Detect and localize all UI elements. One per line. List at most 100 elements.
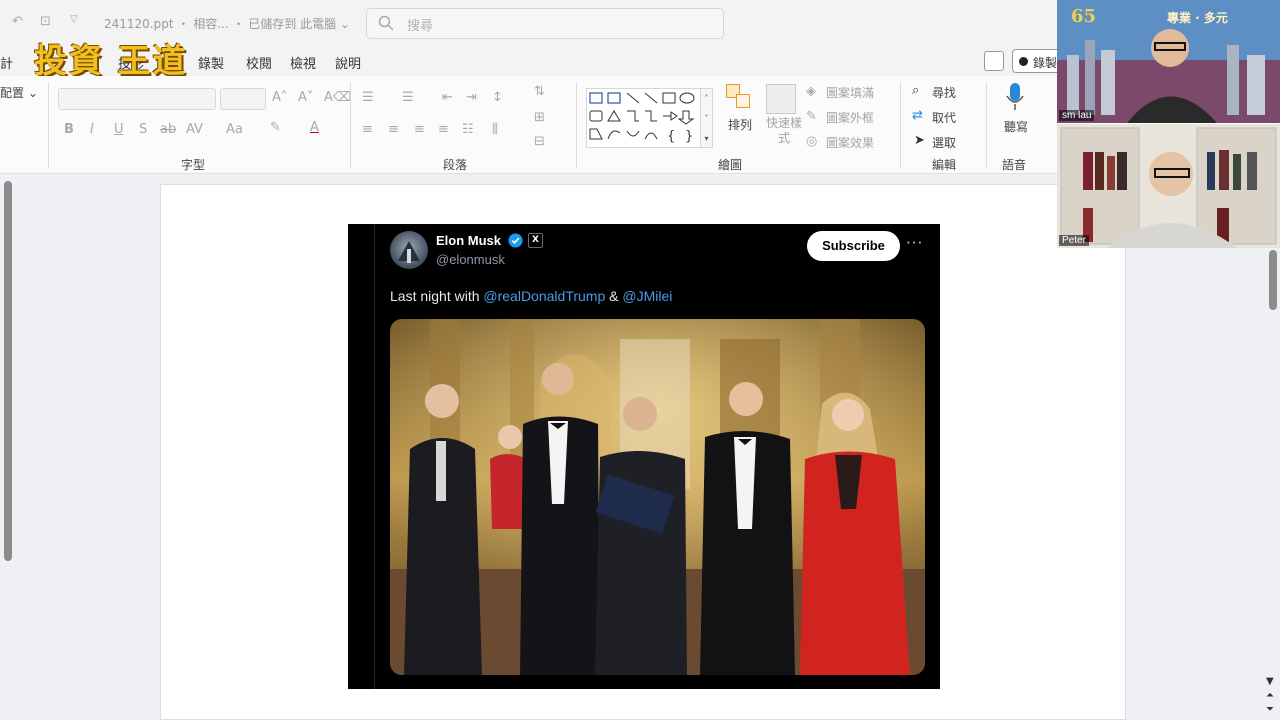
distributed-icon[interactable]: ☷ — [462, 122, 474, 137]
shadow-button[interactable]: S — [139, 122, 147, 137]
replace-button[interactable]: 取代 — [932, 109, 956, 126]
voice-group-label: 語音 — [1002, 158, 1027, 172]
subscribe-button[interactable]: Subscribe — [807, 231, 900, 261]
video-background-image: 65 專業 · 多元 — [1057, 0, 1280, 123]
decrease-indent-icon[interactable]: ⇤ — [442, 90, 453, 105]
align-center-icon[interactable]: ≡ — [388, 122, 399, 137]
font-color-icon[interactable]: A — [310, 120, 319, 135]
shape-effects-button[interactable]: 圖案效果 — [826, 134, 874, 151]
tweet-thread-line — [374, 224, 375, 689]
verified-badge-icon — [508, 233, 523, 248]
more-options-icon[interactable]: ··· — [906, 234, 923, 252]
mention-link[interactable]: @realDonaldTrump — [483, 288, 605, 304]
layout-dropdown[interactable]: 配置 ⌄ — [0, 84, 38, 101]
shape-outline-icon[interactable]: ✎ — [806, 109, 817, 124]
justify-icon[interactable]: ≡ — [438, 122, 449, 137]
record-dot-icon — [1019, 57, 1028, 66]
highlight-icon[interactable]: ✎ — [270, 120, 281, 135]
shrink-font-icon[interactable]: A˅ — [298, 90, 313, 105]
replace-icon: ⇄ — [912, 108, 923, 123]
ribbon-separator — [48, 82, 49, 168]
video-tile-sm-lau[interactable]: 65 專業 · 多元 sm lau — [1057, 0, 1280, 123]
paragraph-group-label: 段落 — [443, 158, 468, 172]
search-box[interactable]: 搜尋 — [366, 8, 724, 39]
bold-button[interactable]: B — [64, 122, 74, 137]
comment-button[interactable] — [984, 51, 1004, 71]
search-placeholder: 搜尋 — [407, 19, 434, 34]
select-cursor-icon: ➤ — [914, 133, 925, 148]
ribbon-separator — [900, 82, 901, 168]
prev-slide-icon[interactable]: ⏶ — [1266, 690, 1274, 701]
shape-effects-icon[interactable]: ◎ — [806, 134, 817, 149]
channel-logo: 投資 王道 — [34, 41, 188, 80]
ribbon-separator — [350, 82, 351, 168]
arrange-button[interactable]: 排列 — [728, 116, 752, 133]
shape-fill-button[interactable]: 圖案填滿 — [826, 84, 874, 101]
tab-record[interactable]: 錄製 — [198, 53, 224, 72]
slide-scrollbar[interactable] — [1269, 250, 1277, 310]
mention-link[interactable]: @JMilei — [622, 288, 672, 304]
underline-button[interactable]: U — [114, 122, 124, 137]
dictate-button[interactable]: 聽寫 — [1004, 118, 1028, 135]
search-icon — [378, 15, 394, 31]
numbering-icon[interactable]: ☰ — [402, 90, 414, 105]
clear-format-icon[interactable]: A⌫ — [324, 90, 351, 105]
shapes-gallery[interactable]: { } — [586, 88, 712, 148]
arrange-icon — [726, 84, 752, 110]
italic-button[interactable]: I — [90, 122, 94, 137]
smartart-icon[interactable]: ⊟ — [534, 134, 545, 149]
font-group-label: 字型 — [181, 158, 206, 172]
char-spacing-button[interactable]: AV — [186, 122, 203, 137]
editing-group-label: 編輯 — [932, 158, 957, 172]
grow-font-icon[interactable]: A˄ — [272, 90, 287, 105]
customize-qa-icon[interactable]: ▽ — [70, 14, 78, 25]
font-size-dropdown[interactable] — [220, 88, 266, 110]
tweet-text: Last night with @realDonaldTrump & @JMil… — [390, 288, 673, 304]
x-affiliate-badge: X — [528, 233, 543, 248]
columns-icon[interactable]: ⫼ — [492, 122, 498, 137]
text-direction-icon[interactable]: ⇅ — [534, 84, 545, 99]
find-button[interactable]: 尋找 — [932, 84, 956, 101]
align-left-icon[interactable]: ≡ — [362, 122, 373, 137]
quick-styles-button[interactable]: 快速樣式 — [764, 116, 804, 146]
shape-fill-icon[interactable]: ◈ — [806, 84, 816, 99]
scroll-down-icon[interactable]: ▼ — [1266, 676, 1274, 687]
shapes-gallery-scroll[interactable]: ˄ ˅ ▾ — [700, 88, 713, 148]
shape-outline-button[interactable]: 圖案外框 — [826, 109, 874, 126]
presenter-icon[interactable]: ⊡ — [40, 14, 51, 29]
tweet-screenshot[interactable]: Elon Musk X @elonmusk Subscribe ··· Last… — [348, 224, 940, 689]
tweet-author-handle: @elonmusk — [436, 252, 505, 267]
align-right-icon[interactable]: ≡ — [414, 122, 425, 137]
tile1-banner-number: 65 — [1071, 6, 1096, 27]
document-name[interactable]: 241120.ppt ・ 相容... ・ 已儲存到 此電腦 ⌄ — [104, 15, 350, 32]
avatar — [390, 231, 428, 269]
tweet-photo[interactable] — [390, 319, 925, 675]
tile1-banner-subtitle: 專業 · 多元 — [1167, 10, 1228, 25]
quick-styles-icon — [766, 84, 796, 114]
svg-text:{: { — [667, 129, 675, 144]
group-photo-image — [390, 319, 925, 675]
increase-indent-icon[interactable]: ⇥ — [466, 90, 477, 105]
shapes-gallery-icons: { } — [589, 92, 695, 144]
change-case-button[interactable]: Aa — [226, 122, 243, 137]
font-name-dropdown[interactable] — [58, 88, 216, 110]
tab-design[interactable]: 計 — [0, 53, 13, 72]
tab-view[interactable]: 檢視 — [290, 53, 316, 72]
participant-name: sm lau — [1059, 110, 1095, 121]
tab-review[interactable]: 校閱 — [246, 53, 272, 72]
tab-help[interactable]: 說明 — [335, 53, 361, 72]
bullets-icon[interactable]: ☰ — [362, 90, 374, 105]
next-slide-icon[interactable]: ⏷ — [1266, 704, 1274, 715]
undo-icon[interactable]: ↶ — [12, 14, 23, 29]
microphone-icon — [1006, 83, 1024, 110]
line-spacing-icon[interactable]: ↕ — [492, 90, 503, 105]
thumbnail-scrollbar[interactable] — [4, 181, 12, 561]
participant-name: Peter — [1059, 235, 1089, 246]
ribbon-separator — [576, 82, 577, 168]
tweet-author-name: Elon Musk — [436, 233, 502, 248]
video-tile-peter[interactable]: Peter — [1057, 124, 1280, 248]
align-text-icon[interactable]: ⊞ — [534, 110, 545, 125]
select-button[interactable]: 選取 — [932, 134, 956, 151]
drawing-group-label: 繪圖 — [718, 158, 743, 172]
strikethrough-button[interactable]: ab — [160, 122, 176, 137]
